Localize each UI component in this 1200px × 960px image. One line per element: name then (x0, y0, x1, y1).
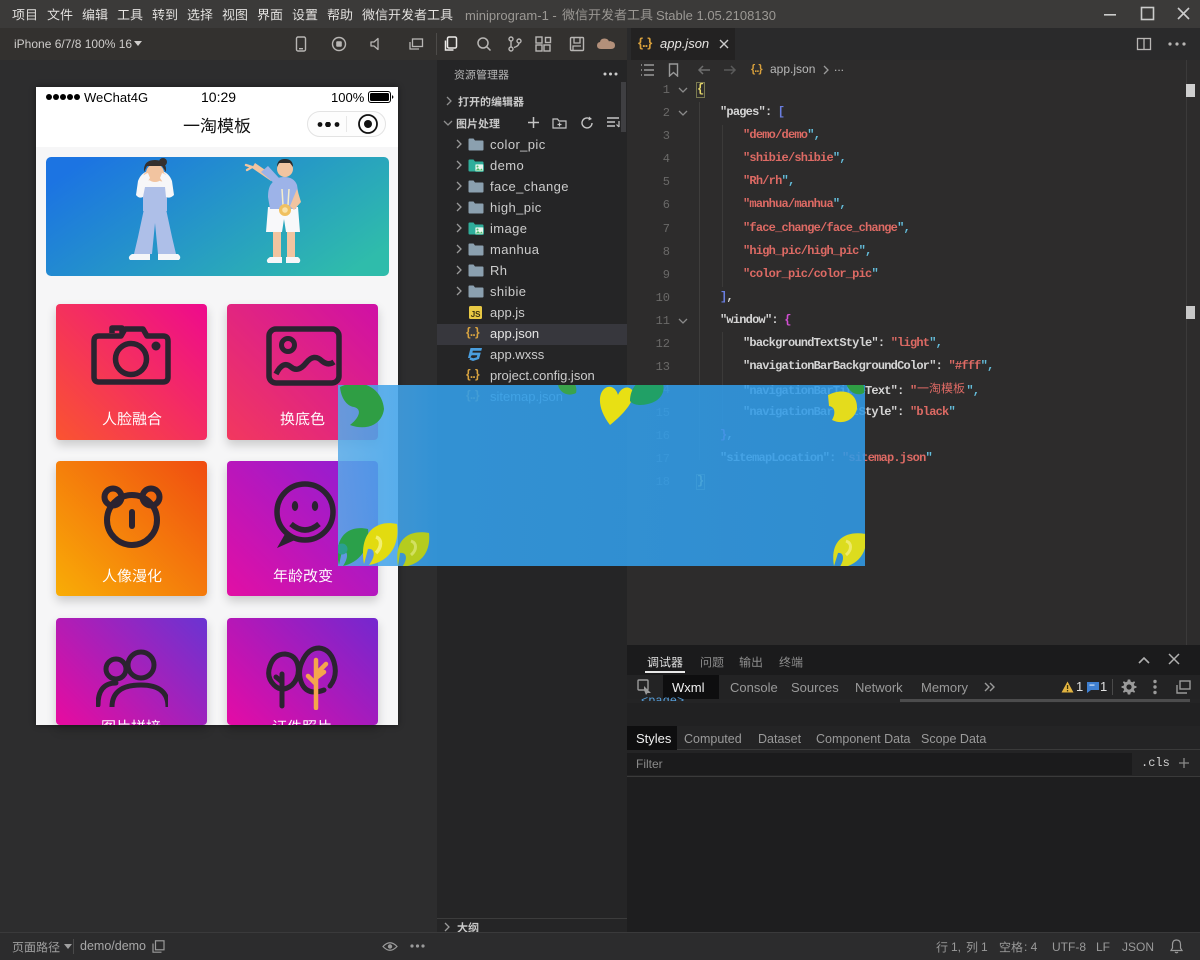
svg-text:JS: JS (471, 310, 481, 319)
